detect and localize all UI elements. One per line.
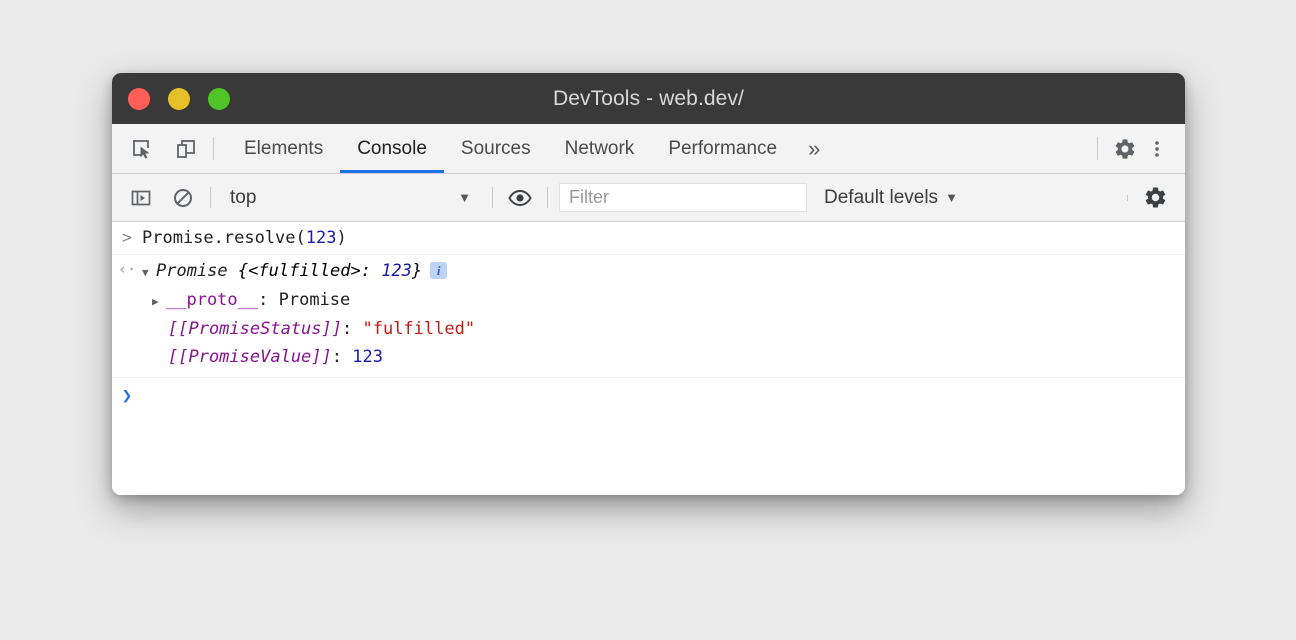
property-separator: : <box>258 290 278 310</box>
console-toolbar-divider-3 <box>547 187 548 208</box>
tabbar-right-icons <box>1086 124 1185 173</box>
promise-brace-close: } <box>412 261 422 281</box>
devtools-window: DevTools - web.dev/ Elements Console <box>112 73 1185 495</box>
chevron-down-icon: ▼ <box>458 190 477 205</box>
three-dot-menu-icon[interactable] <box>1141 133 1173 165</box>
promise-status-row: [[PromiseStatus]]: "fulfilled" <box>112 315 1185 344</box>
property-key-promise-value: [[PromiseValue]] <box>168 347 332 367</box>
console-toolbar-divider-1 <box>210 187 211 208</box>
info-badge-icon[interactable]: i <box>430 262 447 279</box>
live-expression-eye-icon[interactable] <box>504 182 536 214</box>
property-value-promise-status: "fulfilled" <box>362 319 475 339</box>
log-levels-label: Default levels <box>824 187 938 209</box>
window-titlebar: DevTools - web.dev/ <box>112 73 1185 124</box>
device-toolbar-icon[interactable] <box>170 133 202 165</box>
tabbar-divider <box>213 137 214 160</box>
promise-object-name: Promise <box>156 261 228 281</box>
panel-tabs: Elements Console Sources Network Perform… <box>227 124 834 173</box>
input-gutter-chevron: > <box>112 226 142 251</box>
expression-number: 123 <box>306 228 337 248</box>
tab-network[interactable]: Network <box>548 124 652 173</box>
promise-result: ▼Promise {<fulfilled>: 123} i <box>142 259 447 284</box>
tabbar-left-icons <box>112 124 202 173</box>
console-prompt[interactable]: ❯ <box>112 377 1185 406</box>
console-sidebar-toggle-icon[interactable] <box>125 182 157 214</box>
more-tabs-button[interactable]: » <box>794 124 834 173</box>
window-title: DevTools - web.dev/ <box>112 87 1185 111</box>
console-toolbar-divider-2 <box>492 187 493 208</box>
log-levels-selector[interactable]: Default levels ▼ <box>824 187 958 209</box>
console-output-entry: ‹· ▼Promise {<fulfilled>: 123} i <box>112 255 1185 287</box>
promise-brace-open: {<fulfilled>: <box>228 261 382 281</box>
tab-performance[interactable]: Performance <box>651 124 794 173</box>
console-input-entry: > Promise.resolve(123) <box>112 222 1185 255</box>
property-key-promise-status: [[PromiseStatus]] <box>168 319 342 339</box>
console-toolbar-divider-4 <box>1127 195 1128 201</box>
property-key-proto: __proto__ <box>166 290 258 310</box>
expand-triangle-icon[interactable]: ▼ <box>142 265 156 281</box>
output-gutter-chevron: ‹· <box>112 259 142 281</box>
expression-prefix: Promise.resolve( <box>142 228 306 248</box>
clear-console-icon[interactable] <box>167 182 199 214</box>
execution-context-label: top <box>222 187 256 209</box>
console-settings-gear-icon[interactable] <box>1139 182 1171 214</box>
promise-value-row: [[PromiseValue]]: 123 <box>112 343 1185 372</box>
tab-sources[interactable]: Sources <box>444 124 548 173</box>
promise-proto-row[interactable]: ▶__proto__: Promise <box>112 286 1185 315</box>
console-toolbar: top ▼ Default levels ▼ <box>112 174 1185 222</box>
expression-suffix: ) <box>336 228 346 248</box>
tabbar-right-divider <box>1097 137 1098 160</box>
maximize-window-button[interactable] <box>208 88 230 110</box>
close-window-button[interactable] <box>128 88 150 110</box>
execution-context-selector[interactable]: top ▼ <box>222 187 481 209</box>
collapse-triangle-icon[interactable]: ▶ <box>152 293 166 311</box>
gear-icon[interactable] <box>1109 133 1141 165</box>
console-input-expression: Promise.resolve(123) <box>142 226 347 251</box>
prompt-chevron-icon: ❯ <box>112 386 142 406</box>
property-separator: : <box>332 347 352 367</box>
chevron-down-icon: ▼ <box>945 190 958 205</box>
tab-console[interactable]: Console <box>340 124 444 173</box>
filter-input[interactable] <box>559 183 807 212</box>
inspect-element-icon[interactable] <box>126 133 158 165</box>
minimize-window-button[interactable] <box>168 88 190 110</box>
console-toolbar-right <box>1116 182 1185 214</box>
promise-preview-value: 123 <box>381 261 412 281</box>
property-value-promise-value: 123 <box>352 347 383 367</box>
console-output[interactable]: > Promise.resolve(123) ‹· ▼Promise {<ful… <box>112 222 1185 495</box>
property-separator: : <box>342 319 362 339</box>
tab-elements[interactable]: Elements <box>227 124 340 173</box>
devtools-tabbar: Elements Console Sources Network Perform… <box>112 124 1185 174</box>
traffic-lights <box>128 73 230 124</box>
property-value-proto: Promise <box>279 290 351 310</box>
